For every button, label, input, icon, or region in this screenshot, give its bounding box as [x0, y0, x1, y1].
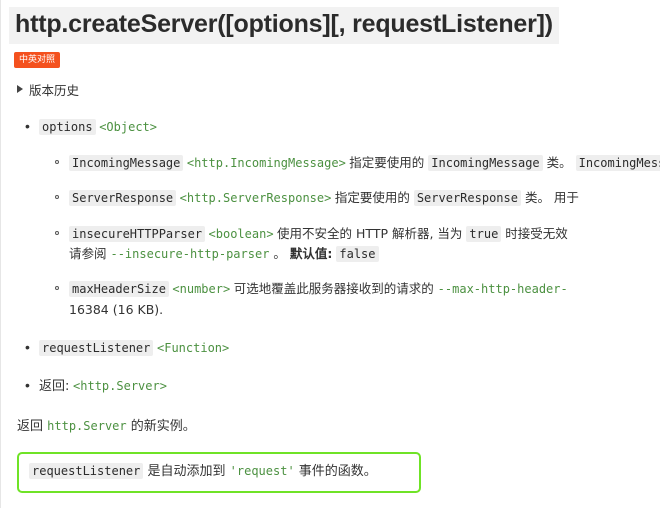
paragraph-text: 的新实例。	[126, 419, 196, 435]
param-name-incomingmessage: IncomingMessage	[69, 154, 184, 171]
param-name-insecurehttpparser: insecureHTTPParser	[69, 225, 206, 242]
param-type-options: <Object>	[99, 119, 157, 134]
cli-flag-link[interactable]: --max-http-header-	[438, 282, 568, 296]
list-item-serverresponse: ServerResponse <http.ServerResponse> 指定要…	[55, 188, 660, 208]
insecurehttpparser-line2: 请参阅 --insecure-http-parser 。 默认值: false	[69, 244, 660, 264]
param-type-maxheadersize[interactable]: <number>	[172, 282, 230, 296]
inline-code: true	[466, 225, 502, 242]
default-value-label: 默认值:	[289, 245, 333, 261]
page-title: http.createServer([options][, requestLis…	[9, 7, 559, 44]
version-history-label: 版本历史	[29, 82, 80, 98]
param-desc-text: 时接受无效	[501, 225, 568, 241]
inline-code: requestListener	[29, 463, 144, 480]
returns-paragraph: 返回 http.Server 的新实例。	[17, 417, 660, 438]
list-item-returns: 返回: <http.Server>	[25, 375, 660, 397]
cli-flag-link[interactable]: --insecure-http-parser	[110, 247, 269, 261]
param-desc-text: 类。	[542, 154, 576, 170]
params-list: options <Object> IncomingMessage <http.I…	[9, 116, 660, 398]
maxheadersize-line1: maxHeaderSize <number> 可选地覆盖此服务器接收到的请求的 …	[69, 279, 660, 299]
doc-content: http.createServer([options][, requestLis…	[1, 0, 660, 493]
param-name-options: options	[39, 118, 96, 135]
returns-type[interactable]: <http.Server>	[73, 379, 167, 393]
note-text: 是自动添加到	[143, 464, 230, 480]
inline-code: ServerResponse	[413, 190, 521, 207]
version-history-disclosure[interactable]: 版本历史	[17, 80, 79, 99]
badge-row: 中英对照	[14, 50, 660, 68]
options-sublist: IncomingMessage <http.IncomingMessage> 指…	[39, 153, 660, 320]
maxheadersize-line2: 16384 (16 KB).	[69, 300, 660, 320]
param-type-requestlistener[interactable]: <Function>	[157, 341, 229, 355]
param-desc-text: 指定要使用的	[349, 154, 429, 170]
param-desc-text: 指定要使用的	[334, 190, 414, 206]
param-name-maxheadersize: maxHeaderSize	[69, 281, 169, 298]
returns-label: 返回:	[39, 379, 70, 395]
inline-code: IncomingMessage	[575, 154, 660, 171]
list-item-maxheadersize: maxHeaderSize <number> 可选地覆盖此服务器接收到的请求的 …	[55, 279, 660, 320]
http-server-link[interactable]: http.Server	[47, 419, 126, 433]
event-name: 'request'	[229, 464, 295, 479]
param-desc-text: 类。 用于	[520, 190, 579, 206]
param-name-requestlistener: requestListener	[39, 340, 154, 357]
param-desc-text: 16384 (16 KB).	[69, 301, 164, 317]
list-item-incomingmessage: IncomingMessage <http.IncomingMessage> 指…	[55, 153, 660, 173]
bilingual-toggle-badge[interactable]: 中英对照	[14, 51, 61, 68]
inline-code: IncomingMessage	[428, 154, 543, 171]
note-text: 事件的函数。	[294, 464, 377, 480]
param-type-insecurehttpparser[interactable]: <boolean>	[209, 227, 274, 241]
list-item-insecurehttpparser: insecureHTTPParser <boolean> 使用不安全的 HTTP…	[55, 224, 660, 265]
param-type-serverresponse[interactable]: <http.ServerResponse>	[180, 191, 332, 205]
param-name-serverresponse: ServerResponse	[69, 190, 177, 207]
doc-page: http.createServer([options][, requestLis…	[0, 0, 660, 508]
param-type-incomingmessage[interactable]: <http.IncomingMessage>	[187, 156, 346, 170]
param-desc-text: 使用不安全的 HTTP 解析器, 当为	[277, 225, 467, 241]
insecurehttpparser-line1: insecureHTTPParser <boolean> 使用不安全的 HTTP…	[69, 224, 660, 244]
list-item-requestlistener: requestListener <Function>	[25, 337, 660, 359]
param-desc-text: 。	[269, 245, 290, 261]
param-desc-text: 请参阅	[69, 245, 111, 261]
paragraph-text: 返回	[17, 419, 48, 435]
triangle-right-icon	[17, 85, 23, 93]
note-box: requestListener 是自动添加到 'request' 事件的函数。	[17, 452, 421, 493]
default-value: false	[336, 245, 379, 262]
param-desc-text: 可选地覆盖此服务器接收到的请求的	[233, 281, 438, 297]
list-item-options: options <Object> IncomingMessage <http.I…	[25, 116, 660, 321]
